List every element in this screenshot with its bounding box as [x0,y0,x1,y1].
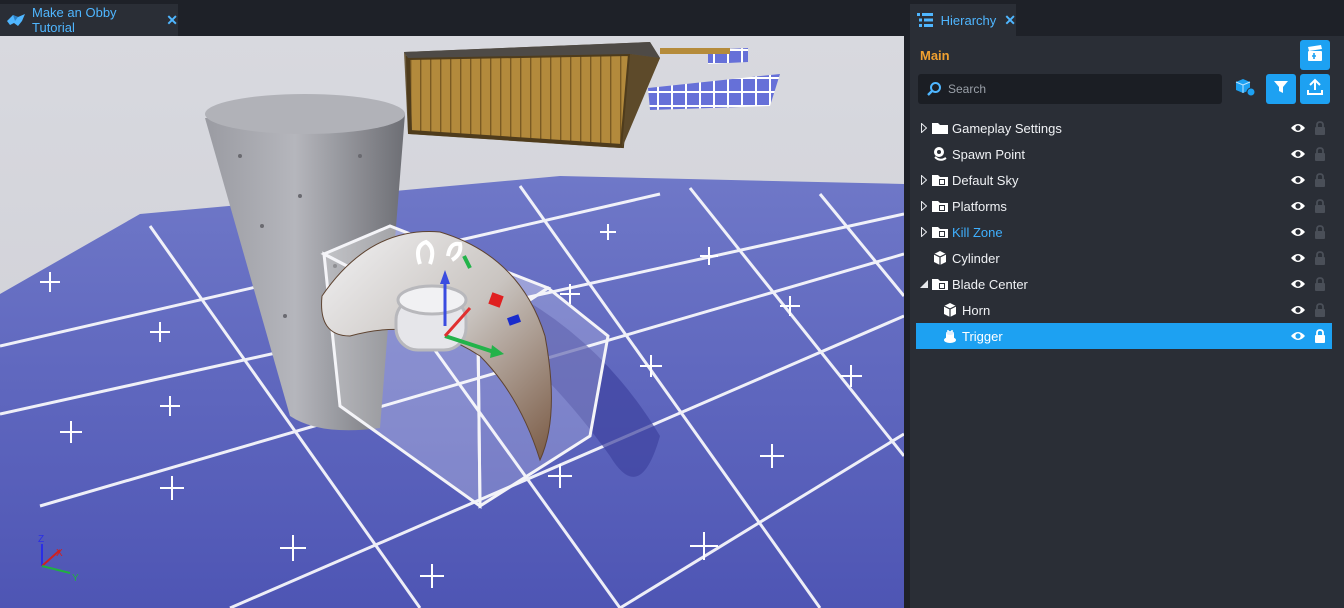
upload-icon [1307,78,1323,101]
distant-platforms [648,48,780,110]
filter-button[interactable] [1266,74,1296,104]
tree-row[interactable]: Kill Zone [916,219,1332,245]
close-icon[interactable]: ✕ [166,12,178,29]
lock-open-icon[interactable] [1314,303,1326,317]
core-logo-icon [6,10,26,30]
clapperboard-icon [1306,44,1324,67]
template-folder-icon [932,276,948,292]
collapsed-arrow-icon[interactable] [920,227,928,237]
spawn-point-icon [932,146,948,162]
viewport-tab-label: Make an Obby Tutorial [32,5,117,35]
visibility-eye-icon[interactable] [1290,304,1306,316]
lock-open-icon[interactable] [1314,173,1326,187]
lock-open-icon[interactable] [1314,225,1326,239]
trigger-icon [942,328,958,344]
visibility-eye-icon[interactable] [1290,330,1306,342]
filter-icon [1273,79,1289,100]
hierarchy-tab-label: Hierarchy [940,12,997,28]
scene-render[interactable]: Z X Y [0,36,904,608]
search-input[interactable] [946,81,1220,97]
visibility-eye-icon[interactable] [1290,226,1306,238]
scene-viewport[interactable]: Z X Y [0,36,904,608]
tree-row-label: Trigger [962,328,1003,344]
lock-open-icon[interactable] [1314,147,1326,161]
tree-row-label: Spawn Point [952,146,1025,162]
wooden-crate [404,42,660,149]
lock-open-icon[interactable] [1314,277,1326,291]
tree-row-label: Kill Zone [952,224,1003,240]
cubes-icon [1235,77,1257,102]
axis-label-x: X [56,548,63,559]
folder-icon [932,120,948,136]
visibility-eye-icon[interactable] [1290,174,1306,186]
tree-row-label: Horn [962,302,991,318]
template-folder-icon [932,172,948,188]
tree-row[interactable]: Horn [916,297,1332,323]
tree-row[interactable]: Spawn Point [916,141,1332,167]
cube-icon [932,250,948,266]
create-object-button[interactable] [1234,77,1258,101]
tree-row[interactable]: Blade Center [916,271,1332,297]
visibility-eye-icon[interactable] [1290,278,1306,290]
lock-open-icon[interactable] [1314,199,1326,213]
template-folder-icon [932,198,948,214]
axis-label-y: Y [72,573,79,584]
tree-row[interactable]: Default Sky [916,167,1332,193]
collapsed-arrow-icon[interactable] [920,175,928,185]
hierarchy-root-label: Main [920,48,950,63]
upload-button[interactable] [1300,74,1330,104]
visibility-eye-icon[interactable] [1290,122,1306,134]
lock-open-icon[interactable] [1314,121,1326,135]
tree-row[interactable]: Gameplay Settings [916,115,1332,141]
scene-settings-button[interactable] [1300,40,1330,70]
tree-row[interactable]: Platforms [916,193,1332,219]
hierarchy-tree: Gameplay Settings Spawn Point Default Sky P… [916,115,1332,349]
lock-open-icon[interactable] [1314,251,1326,265]
template-folder-icon [932,224,948,240]
lock-closed-icon[interactable] [1314,329,1326,343]
visibility-eye-icon[interactable] [1290,200,1306,212]
tab-viewport[interactable]: Make an Obby Tutorial ✕ [0,4,178,36]
collapsed-arrow-icon[interactable] [920,201,928,211]
visibility-eye-icon[interactable] [1290,148,1306,160]
tree-row-label: Cylinder [952,250,1000,266]
close-icon[interactable]: ✕ [1004,12,1016,29]
tree-row-label: Platforms [952,198,1007,214]
hierarchy-panel: Main Search Gameplay Settings Spawn Poin… [910,36,1344,608]
tree-row-label: Gameplay Settings [952,120,1062,136]
axis-label-z: Z [38,534,44,545]
expanded-arrow-icon[interactable] [920,279,928,289]
collapsed-arrow-icon[interactable] [920,123,928,133]
tab-hierarchy[interactable]: Hierarchy ✕ [910,4,1016,36]
tree-row-label: Default Sky [952,172,1019,188]
search-field[interactable] [918,74,1222,104]
search-icon [926,81,942,97]
tree-row[interactable]: Trigger [916,323,1332,349]
tree-row-label: Blade Center [952,276,1028,292]
tree-row[interactable]: Cylinder [916,245,1332,271]
cube-icon [942,302,958,318]
list-icon [916,10,935,30]
visibility-eye-icon[interactable] [1290,252,1306,264]
